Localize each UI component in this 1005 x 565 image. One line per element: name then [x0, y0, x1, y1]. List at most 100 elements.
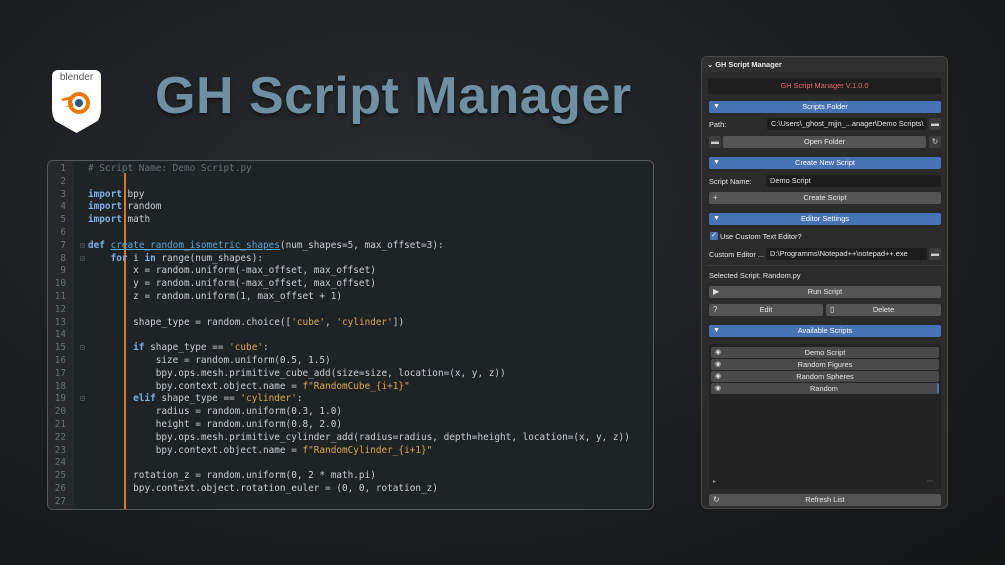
edit-script-button[interactable]: ? Edit: [709, 304, 823, 316]
section-scripts-folder[interactable]: ▼ Scripts Folder: [709, 101, 941, 113]
section-expand-icon: ▼: [713, 327, 720, 334]
code-line[interactable]: 9 x = random.uniform(-max_offset, max_of…: [48, 265, 653, 278]
code-line[interactable]: 2: [48, 176, 653, 189]
reload-icon[interactable]: ↻: [929, 136, 941, 148]
custom-editor-label: Custom Editor ...: [709, 250, 765, 259]
code-line[interactable]: 18 bpy.context.object.name = f"RandomCub…: [48, 381, 653, 394]
list-item[interactable]: ◉ Demo Script: [711, 347, 939, 358]
list-item-label: Random Spheres: [796, 372, 854, 381]
section-expand-icon: ▼: [713, 159, 720, 166]
code-text: bpy.ops.mesh.primitive_cylinder_add(radi…: [88, 431, 630, 443]
panel-header-label: GH Script Manager: [715, 60, 782, 69]
line-number: 20: [54, 406, 66, 418]
line-number: 7: [60, 239, 66, 251]
fold-toggle-icon[interactable]: ⊟: [80, 253, 85, 266]
trash-icon: ▯: [830, 305, 835, 314]
section-scripts-folder-label: Scripts Folder: [802, 102, 848, 111]
path-label: Path:: [709, 120, 727, 129]
line-number: 5: [60, 214, 66, 226]
refresh-list-button[interactable]: ↻ Refresh List: [709, 494, 941, 506]
collapse-chevron-icon[interactable]: ⌄: [707, 60, 715, 69]
use-custom-editor-label: Use Custom Text Editor?: [720, 232, 802, 241]
section-editor-settings[interactable]: ▼ Editor Settings: [709, 213, 941, 225]
python-icon: ◉: [715, 349, 722, 356]
panel-header[interactable]: ⌄ GH Script Manager: [702, 57, 947, 72]
code-text: rotation_z = random.uniform(0, 2 * math.…: [88, 470, 376, 482]
code-line[interactable]: 8 ⊟ for i in range(num_shapes):: [48, 253, 653, 266]
code-line[interactable]: 27: [48, 496, 653, 509]
run-script-button[interactable]: ▶ Run Script: [709, 286, 941, 298]
code-line[interactable]: 20 radius = random.uniform(0.3, 1.0): [48, 406, 653, 419]
create-script-button[interactable]: + Create Script: [709, 192, 941, 204]
code-text: # Script Name: Demo Script.py: [88, 163, 252, 174]
custom-editor-path-field[interactable]: D:\Programms\Notepad++\notepad++.exe: [766, 248, 927, 260]
line-number: 17: [54, 367, 66, 379]
line-number: 12: [54, 303, 66, 315]
section-expand-icon: ▼: [713, 103, 720, 110]
code-line[interactable]: 24: [48, 457, 653, 470]
code-line[interactable]: 25 rotation_z = random.uniform(0, 2 * ma…: [48, 470, 653, 483]
delete-script-label: Delete: [872, 305, 895, 314]
fold-toggle-icon[interactable]: ⊟: [80, 342, 85, 355]
code-text: size = random.uniform(0.5, 1.5): [88, 355, 331, 366]
list-expand-icon[interactable]: ▸: [713, 478, 716, 485]
code-line[interactable]: 6: [48, 227, 653, 240]
code-text: bpy.context.object.name = f"RandomCylind…: [88, 444, 433, 456]
code-line[interactable]: 12: [48, 304, 653, 317]
edit-script-label: Edit: [759, 305, 773, 314]
line-number: 15: [54, 342, 66, 354]
code-editor[interactable]: 1 # Script Name: Demo Script.py 2 3 import b…: [47, 160, 654, 510]
browse-folder-icon[interactable]: ▬: [929, 118, 941, 130]
version-label: GH Script Manager V.1.0.0: [708, 78, 941, 94]
line-number: 21: [54, 419, 66, 430]
code-text: bpy.context.object.name = f"RandomCube_{…: [88, 380, 410, 392]
list-resize-handle[interactable]: ⋯: [927, 478, 933, 485]
fold-toggle-icon[interactable]: ⊟: [80, 393, 85, 406]
code-line[interactable]: 3 import bpy: [48, 189, 653, 202]
line-number: 2: [60, 175, 66, 187]
scripts-list[interactable]: ◉ Demo Script ◉ Random Figures ◉ Random …: [709, 344, 941, 489]
browse-editor-icon[interactable]: ▬: [929, 248, 941, 260]
python-icon: ◉: [715, 373, 722, 380]
open-folder-button[interactable]: Open Folder: [723, 136, 926, 148]
code-line[interactable]: 10 y = random.uniform(-max_offset, max_o…: [48, 278, 653, 291]
section-available-scripts[interactable]: ▼ Available Scripts: [709, 325, 941, 337]
code-text: bpy.ops.mesh.primitive_cube_add(size=siz…: [88, 367, 506, 379]
code-line[interactable]: 13 shape_type = random.choice(['cube', '…: [48, 317, 653, 330]
code-text: radius = random.uniform(0.3, 1.0): [88, 406, 342, 418]
code-line[interactable]: 5 import math: [48, 214, 653, 227]
code-line[interactable]: 19 ⊟ elif shape_type == 'cylinder':: [48, 393, 653, 406]
line-number: 23: [54, 444, 66, 456]
fold-toggle-icon[interactable]: ⊟: [80, 240, 85, 253]
code-line[interactable]: 22 bpy.ops.mesh.primitive_cylinder_add(r…: [48, 432, 653, 445]
list-item-selected[interactable]: ◉ Random: [711, 383, 939, 394]
section-create-script-label: Create New Script: [795, 158, 855, 167]
code-line[interactable]: 23 bpy.context.object.name = f"RandomCyl…: [48, 445, 653, 458]
code-line[interactable]: 15 ⊟ if shape_type == 'cube':: [48, 342, 653, 355]
code-line[interactable]: 1 # Script Name: Demo Script.py: [48, 163, 653, 176]
line-number: 1: [60, 163, 66, 174]
list-item[interactable]: ◉ Random Spheres: [711, 371, 939, 382]
section-create-script[interactable]: ▼ Create New Script: [709, 157, 941, 169]
code-line[interactable]: 14: [48, 329, 653, 342]
code-text: shape_type = random.choice(['cube', 'cyl…: [88, 316, 405, 328]
code-line[interactable]: 16 size = random.uniform(0.5, 1.5): [48, 355, 653, 368]
code-line[interactable]: 21 height = random.uniform(0.8, 2.0): [48, 419, 653, 432]
code-line[interactable]: 4 import random: [48, 201, 653, 214]
script-name-field[interactable]: Demo Script: [766, 175, 941, 187]
code-line[interactable]: 7 ⊟ def create_random_isometric_shapes(num…: [48, 240, 653, 253]
list-item[interactable]: ◉ Random Figures: [711, 359, 939, 370]
code-line[interactable]: 11 z = random.uniform(1, max_offset + 1): [48, 291, 653, 304]
delete-script-button[interactable]: ▯ Delete: [826, 304, 941, 316]
use-custom-editor-checkbox[interactable]: ✓: [710, 232, 718, 240]
line-number: 18: [54, 380, 66, 392]
code-line[interactable]: 26 bpy.context.object.rotation_euler = (…: [48, 483, 653, 496]
blender-icon: [61, 92, 90, 114]
code-line[interactable]: 17 bpy.ops.mesh.primitive_cube_add(size=…: [48, 368, 653, 381]
code-text: y = random.uniform(-max_offset, max_offs…: [88, 278, 376, 290]
line-number: 24: [54, 457, 66, 469]
code-text: import math: [88, 214, 151, 226]
path-field[interactable]: C:\Users\_ghost_mjjn_...anager\Demo Scri…: [767, 118, 927, 130]
line-number: 16: [54, 355, 66, 366]
line-number: 19: [54, 393, 66, 405]
